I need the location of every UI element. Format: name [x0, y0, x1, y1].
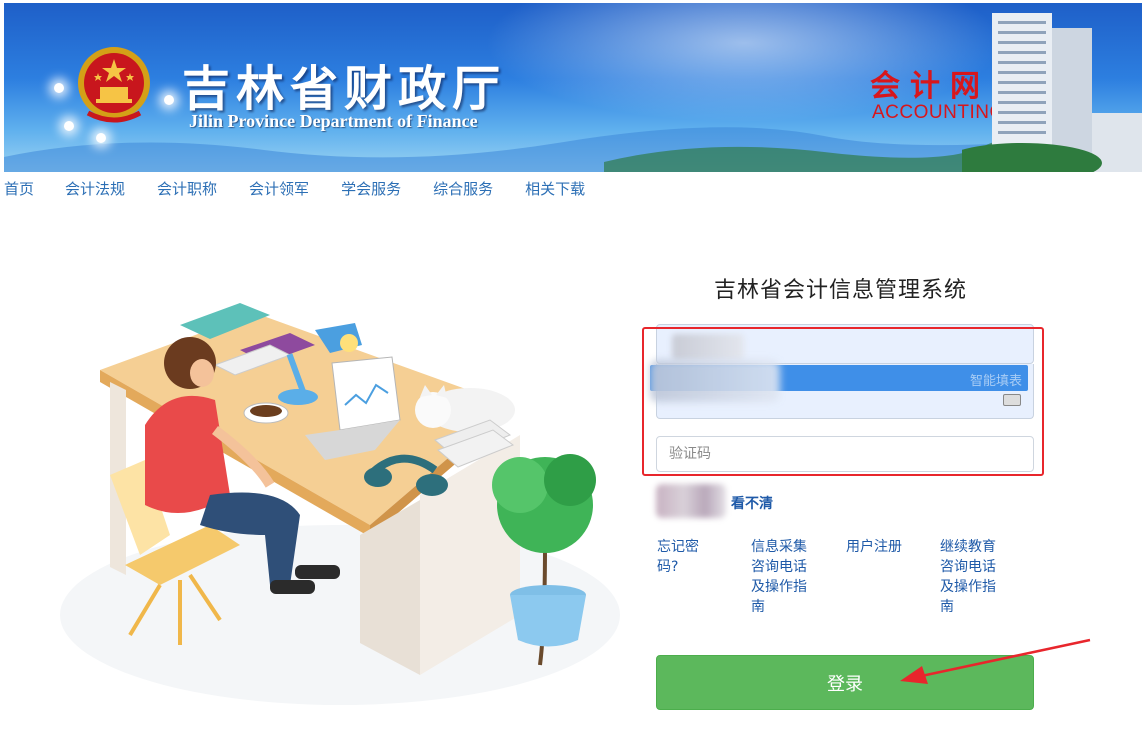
- captcha-refresh-link[interactable]: 看不清: [731, 493, 773, 513]
- nav-item-downloads[interactable]: 相关下载: [525, 178, 585, 200]
- register-link[interactable]: 用户注册: [846, 537, 916, 557]
- nav-item-society-service[interactable]: 学会服务: [341, 178, 401, 200]
- continuing-education-guide-link[interactable]: 继续教育咨询电话及操作指南: [940, 537, 1000, 617]
- annotation-arrow-icon: [900, 638, 1091, 684]
- system-title: 吉林省会计信息管理系统: [714, 278, 968, 303]
- star-sparkle: [164, 95, 174, 105]
- info-collection-guide-link[interactable]: 信息采集咨询电话及操作指南: [751, 537, 811, 617]
- nav-item-titles[interactable]: 会计职称: [157, 178, 217, 200]
- nav-item-home[interactable]: 首页: [4, 178, 34, 200]
- star-sparkle: [64, 121, 74, 131]
- captcha-image[interactable]: [656, 484, 726, 518]
- building-image: [962, 13, 1142, 172]
- nav-item-regulations[interactable]: 会计法规: [65, 178, 125, 200]
- site-title-en: Jilin Province Department of Finance: [189, 111, 478, 131]
- highlight-box: [642, 327, 1044, 476]
- star-sparkle: [96, 133, 106, 143]
- national-emblem-icon: [78, 47, 150, 123]
- site-title-cn: 吉林省财政厅: [182, 61, 507, 117]
- forgot-password-link[interactable]: 忘记密码?: [657, 537, 705, 577]
- main-nav: 首页 会计法规 会计职称 会计领军 学会服务 综合服务 相关下载: [4, 178, 617, 200]
- nav-item-leaders[interactable]: 会计领军: [249, 178, 309, 200]
- star-sparkle: [54, 83, 64, 93]
- header-banner: 吉林省财政厅 Jilin Province Department of Fina…: [4, 3, 1142, 172]
- nav-item-general-service[interactable]: 综合服务: [433, 178, 493, 200]
- workspace-illustration: [60, 303, 620, 705]
